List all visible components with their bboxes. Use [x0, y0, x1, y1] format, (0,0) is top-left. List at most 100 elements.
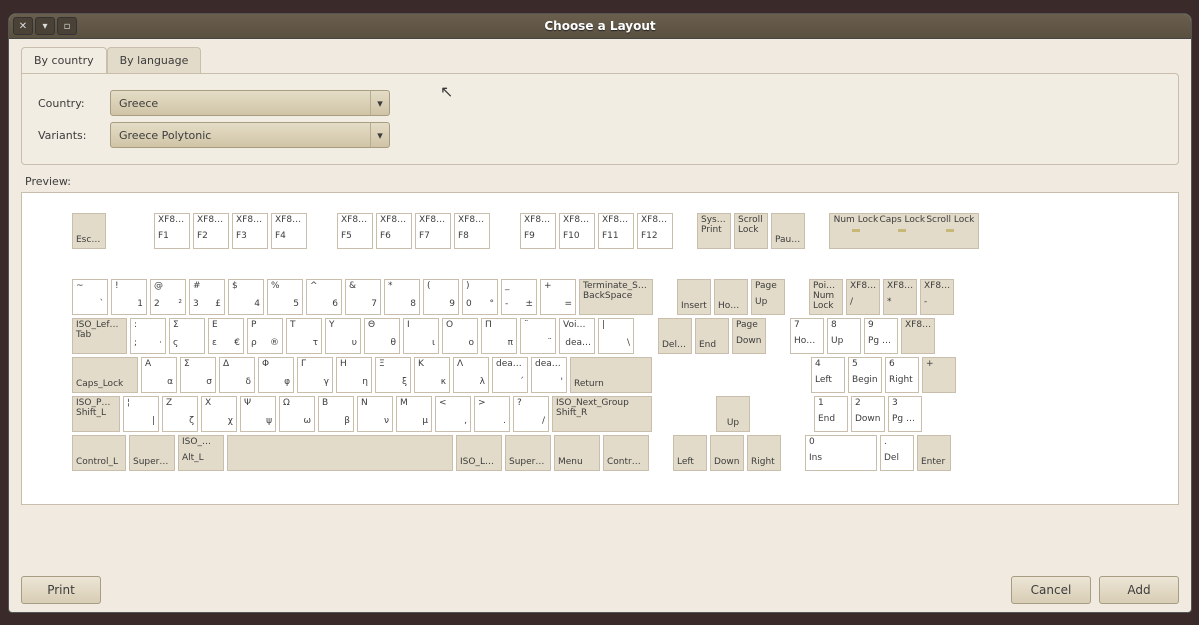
print-button[interactable]: Print: [21, 576, 101, 604]
key[interactable]: Υυ: [325, 318, 361, 354]
key[interactable]: 0Ins: [805, 435, 877, 471]
key[interactable]: $4: [228, 279, 264, 315]
key[interactable]: XF8…F4: [271, 213, 307, 249]
key[interactable]: Voi…dea…: [559, 318, 595, 354]
key[interactable]: XF8…-: [920, 279, 954, 315]
key[interactable]: <,: [435, 396, 471, 432]
key[interactable]: |\: [598, 318, 634, 354]
key[interactable]: 6Right: [885, 357, 919, 393]
key[interactable]: End: [695, 318, 729, 354]
key-right[interactable]: Right: [747, 435, 781, 471]
key[interactable]: Ηη: [336, 357, 372, 393]
key[interactable]: Super…: [505, 435, 551, 471]
key[interactable]: &7: [345, 279, 381, 315]
key[interactable]: +: [922, 357, 956, 393]
key-down[interactable]: Down: [710, 435, 744, 471]
key[interactable]: Enter: [917, 435, 951, 471]
key[interactable]: ?/: [513, 396, 549, 432]
key[interactable]: XF8…F8: [454, 213, 490, 249]
key[interactable]: XF8…F1: [154, 213, 190, 249]
key[interactable]: PageDown: [732, 318, 766, 354]
key[interactable]: Menu: [554, 435, 600, 471]
key[interactable]: Οο: [442, 318, 478, 354]
key[interactable]: XF8…F3: [232, 213, 268, 249]
key[interactable]: XF8…F9: [520, 213, 556, 249]
key[interactable]: Poi…NumLock: [809, 279, 843, 315]
key-return[interactable]: Return: [570, 357, 652, 393]
key[interactable]: ¨¨: [520, 318, 556, 354]
key[interactable]: XF8…F2: [193, 213, 229, 249]
key[interactable]: Ζζ: [162, 396, 198, 432]
key[interactable]: Ψψ: [240, 396, 276, 432]
key[interactable]: +=: [540, 279, 576, 315]
country-combo[interactable]: Greece ▾: [110, 90, 390, 116]
key[interactable]: Φφ: [258, 357, 294, 393]
key[interactable]: Ξξ: [375, 357, 411, 393]
key[interactable]: XF8…F12: [637, 213, 673, 249]
key[interactable]: XF8…/: [846, 279, 880, 315]
key[interactable]: Κκ: [414, 357, 450, 393]
key[interactable]: Ωω: [279, 396, 315, 432]
key[interactable]: ^6: [306, 279, 342, 315]
key[interactable]: Θθ: [364, 318, 400, 354]
key[interactable]: Control_L: [72, 435, 126, 471]
key[interactable]: XF8…F6: [376, 213, 412, 249]
key[interactable]: .Del: [880, 435, 914, 471]
key[interactable]: [227, 435, 453, 471]
key[interactable]: Ββ: [318, 396, 354, 432]
key[interactable]: 4Left: [811, 357, 845, 393]
key-capslock[interactable]: Caps_Lock: [72, 357, 138, 393]
key[interactable]: _-±: [501, 279, 537, 315]
key[interactable]: XF8…F10: [559, 213, 595, 249]
key[interactable]: ISO_…Alt_L: [178, 435, 224, 471]
key[interactable]: Contr…: [603, 435, 649, 471]
key-scrolllock[interactable]: ScrollLock: [734, 213, 768, 249]
key[interactable]: Δδ: [219, 357, 255, 393]
key[interactable]: :;·: [130, 318, 166, 354]
maximize-icon[interactable]: ▫: [57, 17, 77, 35]
key[interactable]: Εε€: [208, 318, 244, 354]
key[interactable]: Insert: [677, 279, 711, 315]
key[interactable]: PageUp: [751, 279, 785, 315]
key[interactable]: 7Ho…: [790, 318, 824, 354]
key[interactable]: #3£: [189, 279, 225, 315]
key[interactable]: Χχ: [201, 396, 237, 432]
key[interactable]: XF8…F5: [337, 213, 373, 249]
key[interactable]: 8Up: [827, 318, 861, 354]
key[interactable]: dea…': [531, 357, 567, 393]
key[interactable]: Γγ: [297, 357, 333, 393]
minimize-icon[interactable]: ▾: [35, 17, 55, 35]
tab-by-language[interactable]: By language: [107, 47, 202, 73]
key[interactable]: Λλ: [453, 357, 489, 393]
cancel-button[interactable]: Cancel: [1011, 576, 1091, 604]
key[interactable]: !1: [111, 279, 147, 315]
key[interactable]: *8: [384, 279, 420, 315]
key-backspace[interactable]: Terminate_S…BackSpace: [579, 279, 653, 315]
key-left[interactable]: Left: [673, 435, 707, 471]
variants-combo[interactable]: Greece Polytonic ▾: [110, 122, 390, 148]
key[interactable]: ¦|: [123, 396, 159, 432]
key-shift-left[interactable]: ISO_P…Shift_L: [72, 396, 120, 432]
key[interactable]: Σσ: [180, 357, 216, 393]
tab-by-country[interactable]: By country: [21, 47, 107, 73]
key-up[interactable]: Up: [716, 396, 750, 432]
key[interactable]: dea…΄: [492, 357, 528, 393]
key[interactable]: Αα: [141, 357, 177, 393]
key[interactable]: (9: [423, 279, 459, 315]
key[interactable]: Super…: [129, 435, 175, 471]
add-button[interactable]: Add: [1099, 576, 1179, 604]
key[interactable]: 1End: [814, 396, 848, 432]
key-shift-right[interactable]: ISO_Next_GroupShift_R: [552, 396, 652, 432]
key[interactable]: XF8…F7: [415, 213, 451, 249]
key[interactable]: Μμ: [396, 396, 432, 432]
key[interactable]: %5: [267, 279, 303, 315]
key-pause[interactable]: Pau…: [771, 213, 805, 249]
key[interactable]: 9Pg …: [864, 318, 898, 354]
key[interactable]: Ππ: [481, 318, 517, 354]
key-esc[interactable]: Esc…: [72, 213, 106, 249]
key[interactable]: Del…: [658, 318, 692, 354]
key[interactable]: Ττ: [286, 318, 322, 354]
key[interactable]: XF8…*: [883, 279, 917, 315]
key[interactable]: 5Begin: [848, 357, 882, 393]
key[interactable]: 2Down: [851, 396, 885, 432]
